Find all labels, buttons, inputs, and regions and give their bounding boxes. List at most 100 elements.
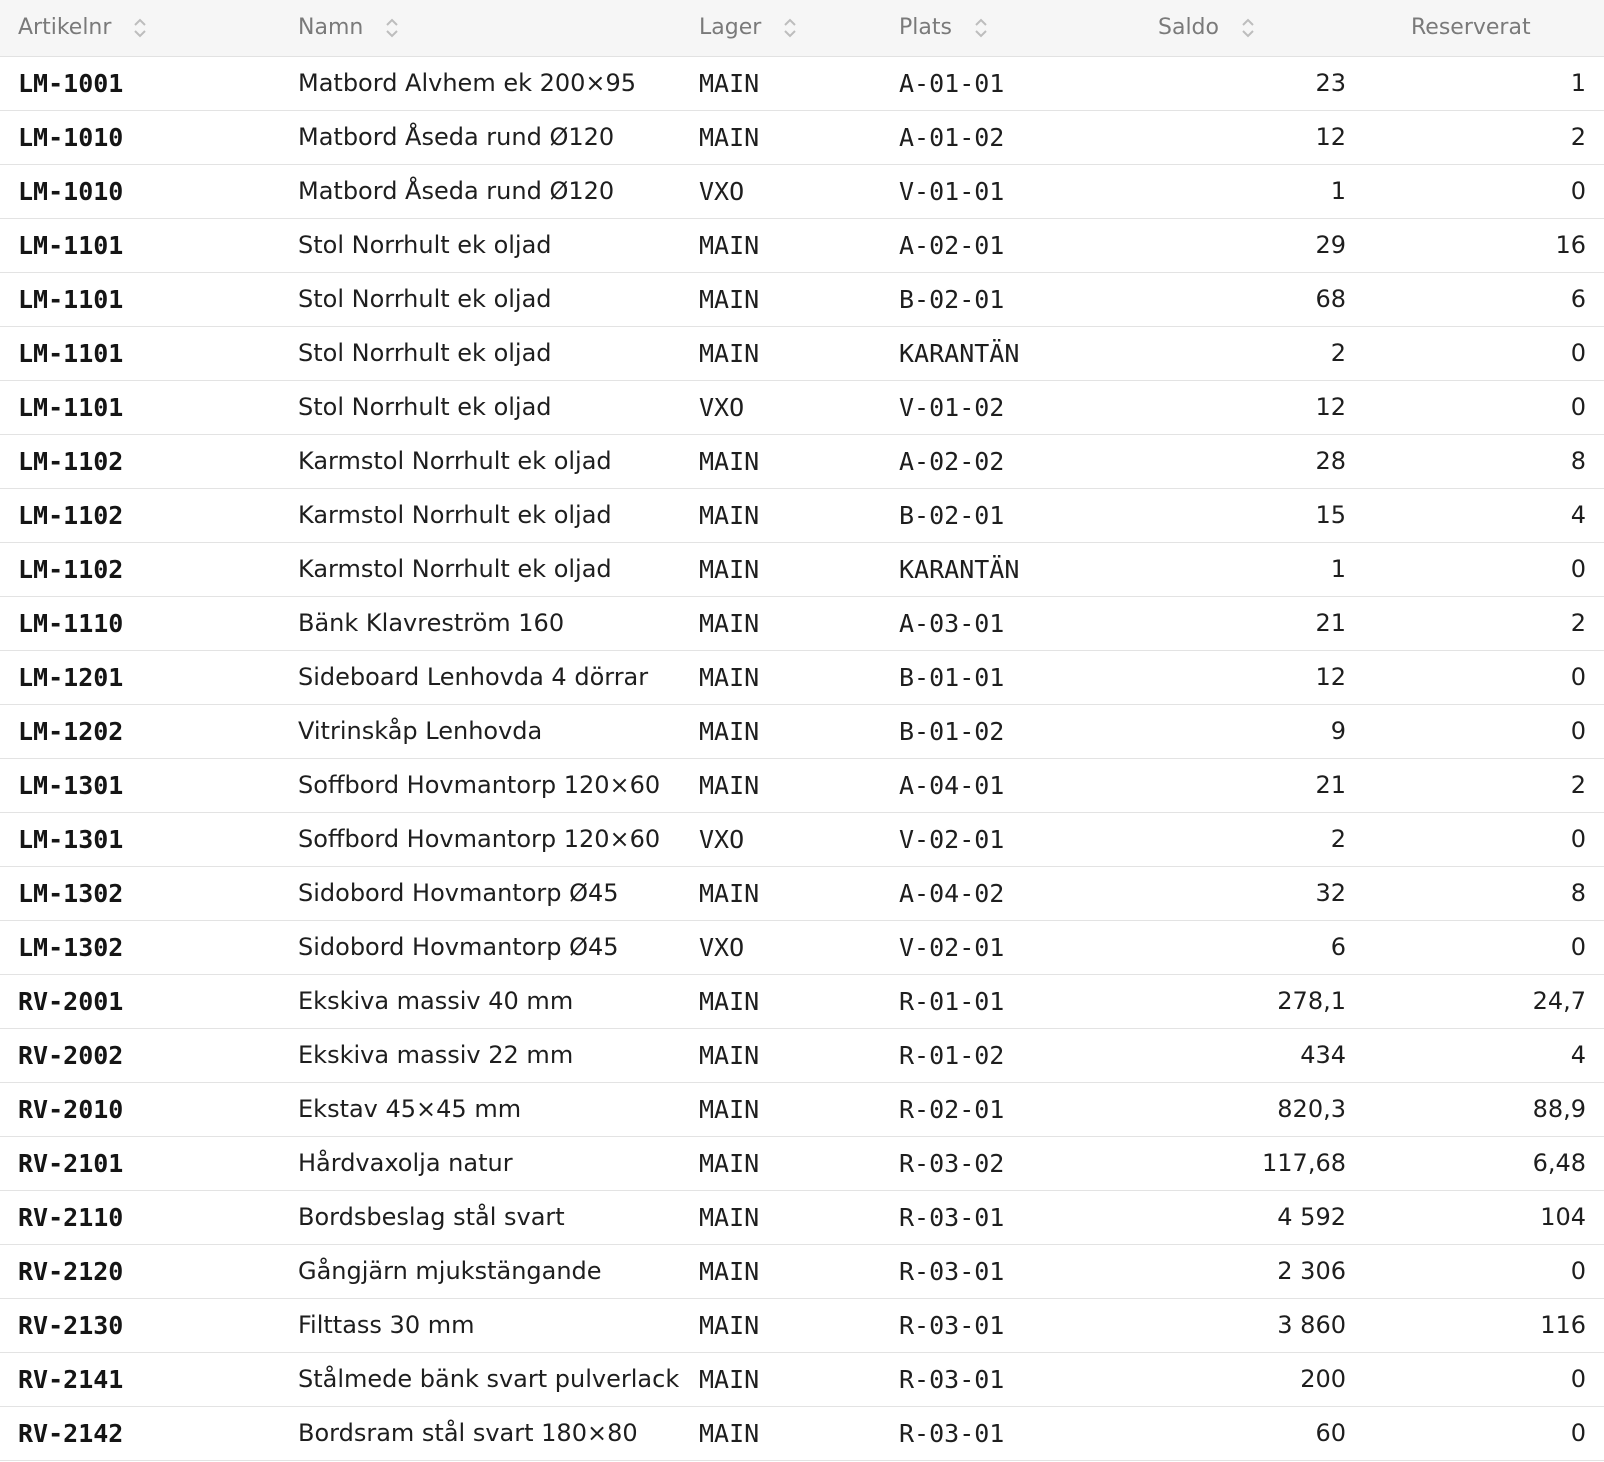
table-row[interactable]: LM-1101 Stol Norrhult ek oljad MAIN KARANTÄ… — [0, 326, 1604, 381]
cell-saldo-value: 29 — [1315, 231, 1346, 259]
cell-saldo-value: 117,68 — [1262, 1149, 1346, 1177]
cell-artikelnr: RV-2142 — [0, 1406, 298, 1461]
cell-lager: MAIN — [699, 434, 899, 489]
cell-saldo-value: 23 — [1315, 69, 1346, 97]
table-row[interactable]: LM-1101 Stol Norrhult ek oljad MAIN A-02-01… — [0, 218, 1604, 273]
header-row: Artikelnr Namn Lager Plats Saldo Reserve… — [0, 0, 1604, 57]
cell-namn: Karmstol Norrhult ek oljad — [298, 488, 699, 543]
sort-updown-icon[interactable] — [783, 17, 797, 39]
cell-reserverat: 0 — [1346, 812, 1604, 867]
cell-saldo: 12 — [1158, 380, 1346, 435]
table-row[interactable]: LM-1101 Stol Norrhult ek oljad MAIN B-02-01… — [0, 272, 1604, 327]
cell-reserverat: 1 — [1346, 56, 1604, 111]
cell-lager: MAIN — [699, 758, 899, 813]
cell-lager: MAIN — [699, 596, 899, 651]
cell-plats: R-02-01 — [899, 1082, 1158, 1137]
table-row[interactable]: RV-2142 Bordsram stål svart 180×80 MAIN R-0… — [0, 1406, 1604, 1461]
table-row[interactable]: LM-1302 Sidobord Hovmantorp Ø45 MAIN A-04-0… — [0, 866, 1604, 921]
cell-saldo: 32 — [1158, 866, 1346, 921]
cell-namn: Hårdvaxolja natur — [298, 1136, 699, 1191]
cell-reserverat: 104 — [1346, 1190, 1604, 1245]
cell-plats: B-01-02 — [899, 704, 1158, 759]
cell-saldo-value: 12 — [1315, 663, 1346, 691]
cell-saldo: 278,1 — [1158, 974, 1346, 1029]
table-row[interactable]: RV-2110 Bordsbeslag stål svart MAIN R-03-01… — [0, 1190, 1604, 1245]
table-row[interactable]: LM-1001 Matbord Alvhem ek 200×95 MAIN A-01-… — [0, 56, 1604, 111]
cell-artikelnr: RV-2101 — [0, 1136, 298, 1191]
sort-updown-icon[interactable] — [974, 17, 988, 39]
cell-reserverat: 2 — [1346, 596, 1604, 651]
cell-reserverat: 8 — [1346, 434, 1604, 489]
cell-plats: A-02-01 — [899, 218, 1158, 273]
table-row[interactable]: LM-1102 Karmstol Norrhult ek oljad MAIN KAR… — [0, 542, 1604, 597]
cell-namn: Sidobord Hovmantorp Ø45 — [298, 866, 699, 921]
cell-namn: Stol Norrhult ek oljad — [298, 326, 699, 381]
column-header-reserverat[interactable]: Reserverat — [1346, 0, 1604, 57]
table-row[interactable]: RV-2001 Ekskiva massiv 40 mm MAIN R-01-01 27… — [0, 974, 1604, 1029]
cell-namn: Bänk Klavreström 160 — [298, 596, 699, 651]
cell-saldo-value: 820,3 — [1277, 1095, 1346, 1123]
cell-saldo-value: 21 — [1315, 771, 1346, 799]
column-header-lager[interactable]: Lager — [699, 0, 899, 57]
cell-saldo: 21 — [1158, 758, 1346, 813]
cell-reserverat: 4 — [1346, 1028, 1604, 1083]
cell-saldo-value: 15 — [1315, 501, 1346, 529]
cell-namn: Bordsram stål svart 180×80 — [298, 1406, 699, 1461]
cell-artikelnr: RV-2110 — [0, 1190, 298, 1245]
table-row[interactable]: LM-1101 Stol Norrhult ek oljad VXO V-01-02 1… — [0, 380, 1604, 435]
sort-updown-icon[interactable] — [385, 17, 399, 39]
table-row[interactable]: LM-1010 Matbord Åseda rund Ø120 MAIN A-01-0… — [0, 110, 1604, 165]
cell-namn: Stol Norrhult ek oljad — [298, 380, 699, 435]
table-row[interactable]: RV-2141 Stålmede bänk svart pulverlack MAI… — [0, 1352, 1604, 1407]
sort-updown-icon[interactable] — [1241, 17, 1255, 39]
column-header-artikelnr[interactable]: Artikelnr — [0, 0, 298, 57]
table-row[interactable]: LM-1302 Sidobord Hovmantorp Ø45 VXO V-02-01… — [0, 920, 1604, 975]
table-row[interactable]: RV-2101 Hårdvaxolja natur MAIN R-03-02 117,6… — [0, 1136, 1604, 1191]
column-header-label: Namn — [298, 15, 364, 41]
table-row[interactable]: RV-2120 Gångjärn mjukstängande MAIN R-03-01… — [0, 1244, 1604, 1299]
cell-lager: MAIN — [699, 866, 899, 921]
table-row[interactable]: LM-1301 Soffbord Hovmantorp 120×60 MAIN A-0… — [0, 758, 1604, 813]
table-row[interactable]: RV-2130 Filttass 30 mm MAIN R-03-01 3 860 116 — [0, 1298, 1604, 1353]
cell-saldo: 68 — [1158, 272, 1346, 327]
table-row[interactable]: LM-1202 Vitrinskåp Lenhovda MAIN B-01-02 9 0 — [0, 704, 1604, 759]
column-header-label: Artikelnr — [18, 15, 112, 41]
column-header-namn[interactable]: Namn — [298, 0, 699, 57]
cell-reserverat: 2 — [1346, 110, 1604, 165]
table-row[interactable]: LM-1301 Soffbord Hovmantorp 120×60 VXO V-02… — [0, 812, 1604, 867]
cell-plats: V-01-01 — [899, 164, 1158, 219]
cell-lager: VXO — [699, 920, 899, 975]
cell-lager: MAIN — [699, 542, 899, 597]
cell-reserverat: 0 — [1346, 164, 1604, 219]
cell-namn: Matbord Åseda rund Ø120 — [298, 164, 699, 219]
column-header-label: Reserverat — [1411, 15, 1531, 41]
cell-reserverat: 0 — [1346, 920, 1604, 975]
table-row[interactable]: LM-1102 Karmstol Norrhult ek oljad MAIN A-0… — [0, 434, 1604, 489]
table-row[interactable]: LM-1110 Bänk Klavreström 160 MAIN A-03-01 21… — [0, 596, 1604, 651]
cell-lager: MAIN — [699, 1352, 899, 1407]
table-row[interactable]: LM-1102 Karmstol Norrhult ek oljad MAIN B-0… — [0, 488, 1604, 543]
cell-namn: Soffbord Hovmantorp 120×60 — [298, 812, 699, 867]
cell-plats: KARANTÄN — [899, 542, 1158, 597]
table-row[interactable]: RV-2010 Ekstav 45×45 mm MAIN R-02-01 820,3 88… — [0, 1082, 1604, 1137]
cell-saldo-value: 1 — [1330, 177, 1346, 205]
cell-lager: MAIN — [699, 974, 899, 1029]
sort-updown-icon[interactable] — [133, 17, 147, 39]
cell-lager: MAIN — [699, 1190, 899, 1245]
column-header-plats[interactable]: Plats — [899, 0, 1158, 57]
cell-saldo-value: 60 — [1315, 1419, 1346, 1447]
table-row[interactable]: LM-1201 Sideboard Lenhovda 4 dörrar MAIN B-… — [0, 650, 1604, 705]
table-row[interactable]: RV-2002 Ekskiva massiv 22 mm MAIN R-01-02 43… — [0, 1028, 1604, 1083]
cell-saldo: 2 — [1158, 326, 1346, 381]
cell-saldo-value: 2 — [1330, 339, 1346, 367]
cell-namn: Ekstav 45×45 mm — [298, 1082, 699, 1137]
column-header-saldo[interactable]: Saldo — [1158, 0, 1346, 57]
cell-plats: B-02-01 — [899, 272, 1158, 327]
table-row[interactable]: LM-1010 Matbord Åseda rund Ø120 VXO V-01-01… — [0, 164, 1604, 219]
cell-plats: A-04-01 — [899, 758, 1158, 813]
cell-reserverat: 0 — [1346, 542, 1604, 597]
cell-saldo: 21 — [1158, 596, 1346, 651]
column-header-label: Lager — [699, 15, 762, 41]
cell-artikelnr: RV-2010 — [0, 1082, 298, 1137]
cell-reserverat: 0 — [1346, 1352, 1604, 1407]
